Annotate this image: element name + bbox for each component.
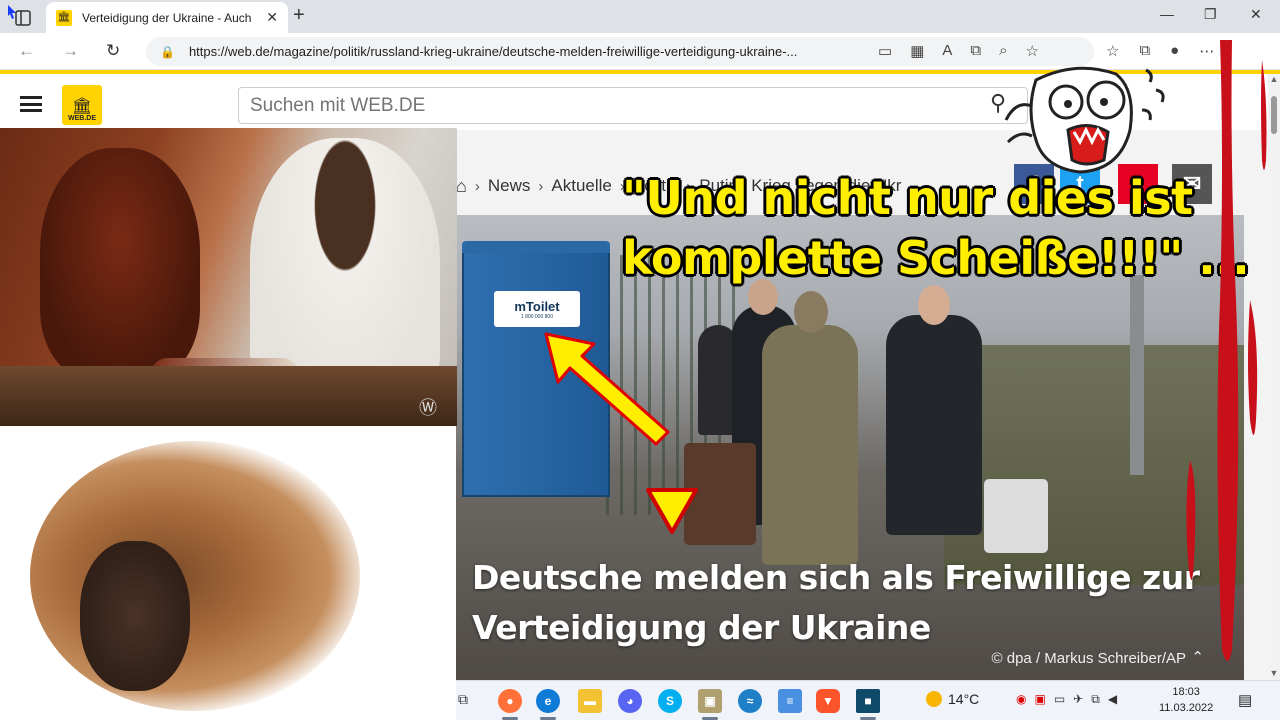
shrunken-head-image (0, 431, 456, 720)
lock-icon: 🔒 (160, 44, 175, 59)
reload-icon[interactable]: ↻ (106, 41, 120, 61)
restore-icon[interactable]: ❐ (1204, 6, 1217, 23)
notifications-icon[interactable]: ▤ (1238, 691, 1252, 709)
webde-favicon-icon: 🏛 (56, 9, 72, 26)
new-tab-icon[interactable]: + (293, 4, 305, 27)
toilet-label: mToilet 1 800 000 800 (494, 291, 580, 327)
screaming-cartoon-icon (1004, 66, 1165, 174)
weather-widget[interactable]: 14°C (926, 691, 979, 707)
close-window-icon[interactable]: ✕ (1250, 6, 1262, 23)
minimize-icon[interactable]: — (1160, 6, 1174, 22)
zoom-icon[interactable]: ⌕ (999, 42, 1007, 60)
discord-icon[interactable]: ◕ (618, 689, 642, 713)
profile-icon[interactable]: ● (1170, 42, 1179, 60)
temperature: 14°C (948, 691, 980, 707)
webde-logo[interactable]: 🏛 WEB.DE (62, 85, 102, 125)
sun-icon (926, 691, 942, 707)
file-explorer-icon[interactable]: ▬ (578, 689, 602, 713)
watermark-icon: Ⓦ (419, 398, 437, 418)
dark-app-icon[interactable]: ■ (856, 689, 880, 713)
windows-taskbar: ⧉ ● e ▬ ◕ S ▣ ≈ ≡ ▼ ■ 14°C ◉ ▣ ▭ ✈ ⧉ ◀ 1… (456, 680, 1280, 720)
reader-view-icon[interactable]: ▭ (878, 42, 892, 60)
skype-icon[interactable]: S (658, 689, 682, 713)
blood-drip-icon (1186, 40, 1267, 661)
airplane-icon[interactable]: ✈ (1073, 692, 1083, 707)
firefox-icon[interactable]: ● (498, 689, 522, 713)
hamburger-menu-icon[interactable] (20, 96, 42, 112)
breadcrumb-news[interactable]: News (488, 176, 531, 196)
system-tray: ◉ ▣ ▭ ✈ ⧉ ◀ (1016, 692, 1117, 707)
soldier (762, 325, 858, 565)
document-app-icon[interactable]: ≡ (778, 689, 802, 713)
tab-actions-icon[interactable] (6, 5, 32, 27)
meme-caption: "Und nicht nur dies ist komplette Scheiß… (622, 171, 1250, 285)
forward-arrow-icon[interactable]: → (62, 41, 79, 61)
building-icon: 🏛 (71, 98, 93, 115)
tray-app-icon[interactable]: ⧉ (1091, 692, 1100, 707)
volume-icon[interactable]: ◀ (1108, 692, 1117, 707)
apps-icon[interactable]: ▦ (910, 42, 924, 60)
photo-app-icon[interactable]: ▣ (698, 689, 722, 713)
photo-credit: © dpa / Markus Schreiber/AP (991, 650, 1186, 667)
yellow-arrow-icon (544, 332, 670, 446)
antivirus-icon[interactable]: ◉ (1016, 692, 1026, 707)
browser-tab-bar: 🏛 Verteidigung der Ukraine - Auch ✕ + — … (0, 0, 1280, 33)
back-arrow-icon[interactable]: ← (18, 41, 35, 61)
taskbar-clock[interactable]: 18:03 11.03.2022 (1159, 684, 1213, 716)
close-tab-icon[interactable]: ✕ (266, 9, 278, 26)
breadcrumb-aktuelle[interactable]: Aktuelle (551, 176, 611, 196)
favorite-add-icon[interactable]: ☆ (1026, 42, 1039, 60)
article-headline[interactable]: Deutsche melden sich als Freiwillige zur… (472, 553, 1212, 653)
tab-title: Verteidigung der Ukraine - Auch (82, 10, 252, 25)
backpack (984, 479, 1048, 553)
devil-vs-jesus-image: Ⓦ (0, 128, 457, 426)
favorites-icon[interactable]: ☆ (1106, 42, 1119, 60)
task-view-icon[interactable]: ⧉ (458, 691, 468, 708)
translate-icon[interactable]: ⧉ (970, 42, 981, 60)
read-aloud-icon[interactable]: A (942, 42, 952, 60)
edge-icon[interactable]: e (536, 689, 560, 713)
brave-icon[interactable]: ▼ (816, 689, 840, 713)
battery-icon[interactable]: ▭ (1054, 692, 1065, 707)
yellow-triangle-icon (646, 488, 698, 534)
person-right (886, 315, 982, 535)
network-app-icon[interactable]: ≈ (738, 689, 762, 713)
url-text: https://web.de/magazine/politik/russland… (188, 44, 798, 59)
gift-icon[interactable]: ▣ (1034, 692, 1045, 707)
scroll-thumb[interactable] (1271, 96, 1277, 134)
browser-tab[interactable]: 🏛 Verteidigung der Ukraine - Auch ✕ (46, 2, 288, 33)
url-action-icons: ▭ ▦ A ⧉ ⌕ ☆ (878, 42, 1039, 60)
collections-icon[interactable]: ⧉ (1139, 42, 1150, 60)
home-icon[interactable]: ⌂ (456, 176, 467, 197)
search-input[interactable] (238, 87, 1028, 124)
